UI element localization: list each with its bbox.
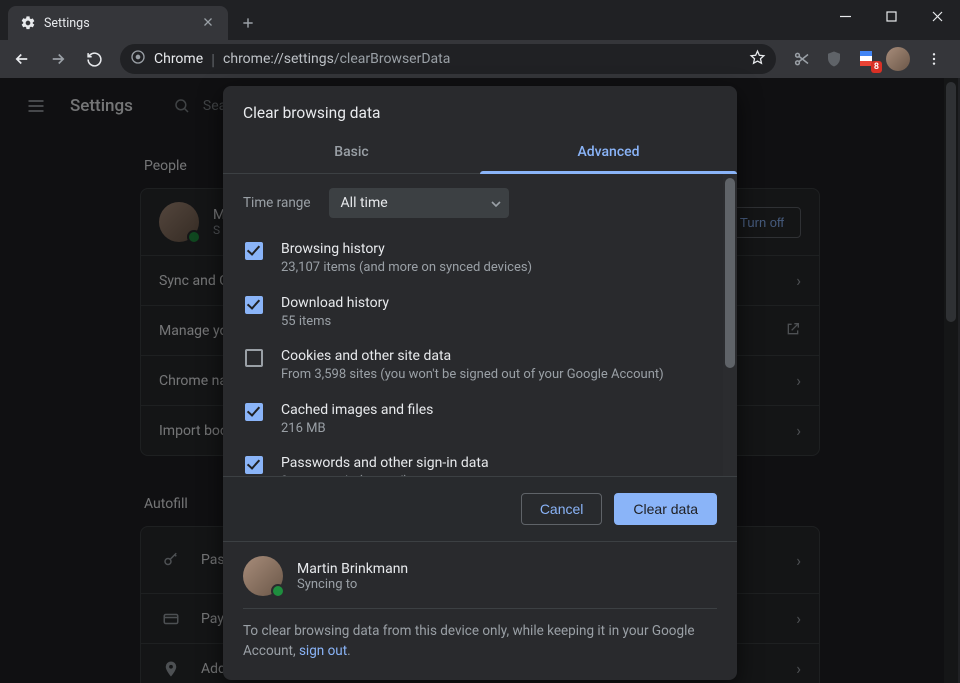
- checkbox-row: Download history 55 items: [243, 286, 731, 340]
- tab-advanced[interactable]: Advanced: [480, 132, 737, 173]
- footer-profile-name: Martin Brinkmann: [297, 561, 408, 577]
- omnibox-prefix: Chrome: [154, 51, 203, 67]
- dialog-actions: Cancel Clear data: [223, 476, 737, 541]
- footer-sync-status: Syncing to: [297, 577, 408, 592]
- chrome-window: Settings Chrome | chrome://settings/clea…: [0, 0, 960, 683]
- maximize-button[interactable]: [868, 0, 914, 32]
- footer-note: To clear browsing data from this device …: [243, 621, 717, 662]
- checkbox-title: Download history: [281, 295, 389, 311]
- tab-title: Settings: [44, 16, 192, 31]
- checkbox-row: Cookies and other site data From 3,598 si…: [243, 339, 731, 393]
- dialog-content: Time range All time Browsing history 23,1…: [223, 174, 737, 476]
- omnibox-sep: |: [211, 50, 215, 69]
- extension-flag-icon[interactable]: 8: [854, 47, 878, 71]
- sync-badge-icon: [271, 584, 285, 598]
- caret-down-icon: [491, 194, 501, 213]
- titlebar: Settings: [0, 0, 960, 40]
- checkbox-subtitle: 55 items: [281, 313, 389, 331]
- menu-kebab-icon[interactable]: [918, 43, 950, 75]
- clear-browsing-data-dialog: Clear browsing data Basic Advanced Time …: [223, 86, 737, 680]
- checkbox[interactable]: [245, 403, 263, 421]
- checkbox[interactable]: [245, 242, 263, 260]
- checkbox[interactable]: [245, 296, 263, 314]
- checkbox[interactable]: [245, 456, 263, 474]
- checkbox-row: Cached images and files 216 MB: [243, 393, 731, 447]
- browser-tab[interactable]: Settings: [8, 6, 228, 40]
- checkbox-title: Passwords and other sign-in data: [281, 455, 489, 471]
- gear-icon: [20, 15, 36, 31]
- checkbox-subtitle: 23,107 items (and more on synced devices…: [281, 259, 532, 277]
- dialog-title: Clear browsing data: [223, 86, 737, 132]
- omnibox[interactable]: Chrome | chrome://settings/clearBrowserD…: [120, 44, 776, 74]
- close-window-button[interactable]: [914, 0, 960, 32]
- clear-data-button[interactable]: Clear data: [614, 493, 717, 525]
- checkbox-subtitle: From 3,598 sites (you won't be signed ou…: [281, 366, 664, 384]
- time-range-row: Time range All time: [243, 188, 731, 218]
- checkbox[interactable]: [245, 349, 263, 367]
- bookmark-star-icon[interactable]: [749, 49, 766, 70]
- omnibox-url: chrome://settings/clearBrowserData: [223, 51, 450, 67]
- minimize-button[interactable]: [822, 0, 868, 32]
- back-button[interactable]: [6, 43, 38, 75]
- new-tab-button[interactable]: [234, 9, 262, 37]
- checkbox-title: Cached images and files: [281, 402, 433, 418]
- close-tab-icon[interactable]: [200, 14, 216, 33]
- window-controls: [822, 0, 960, 32]
- extension-scissors-icon[interactable]: [790, 47, 814, 71]
- time-range-select[interactable]: All time: [329, 188, 509, 218]
- footer-profile: Martin Brinkmann Syncing to: [243, 556, 717, 609]
- dialog-footer: Martin Brinkmann Syncing to To clear bro…: [223, 541, 737, 680]
- cancel-button[interactable]: Cancel: [521, 493, 603, 525]
- reload-button[interactable]: [78, 43, 110, 75]
- avatar: [243, 556, 283, 596]
- dialog-tabs: Basic Advanced: [223, 132, 737, 174]
- extension-shield-icon[interactable]: [822, 47, 846, 71]
- chrome-page-icon: [130, 49, 146, 69]
- extensions-area: 8: [786, 43, 954, 75]
- dialog-scrollbar[interactable]: [723, 174, 737, 476]
- checkbox-title: Browsing history: [281, 241, 532, 257]
- forward-button[interactable]: [42, 43, 74, 75]
- checkbox-subtitle: 9 passwords (synced): [281, 473, 489, 476]
- tab-basic[interactable]: Basic: [223, 132, 480, 173]
- checkbox-subtitle: 216 MB: [281, 420, 433, 438]
- scrollbar-thumb[interactable]: [725, 178, 735, 368]
- extension-badge: 8: [871, 61, 882, 73]
- profile-avatar[interactable]: [886, 47, 910, 71]
- time-range-value: All time: [341, 195, 388, 211]
- checkbox-row: Passwords and other sign-in data 9 passwo…: [243, 446, 731, 476]
- time-range-label: Time range: [243, 195, 311, 211]
- sign-out-link[interactable]: sign out: [299, 643, 347, 659]
- checkbox-row: Browsing history 23,107 items (and more o…: [243, 232, 731, 286]
- toolbar: Chrome | chrome://settings/clearBrowserD…: [0, 40, 960, 78]
- checkbox-title: Cookies and other site data: [281, 348, 664, 364]
